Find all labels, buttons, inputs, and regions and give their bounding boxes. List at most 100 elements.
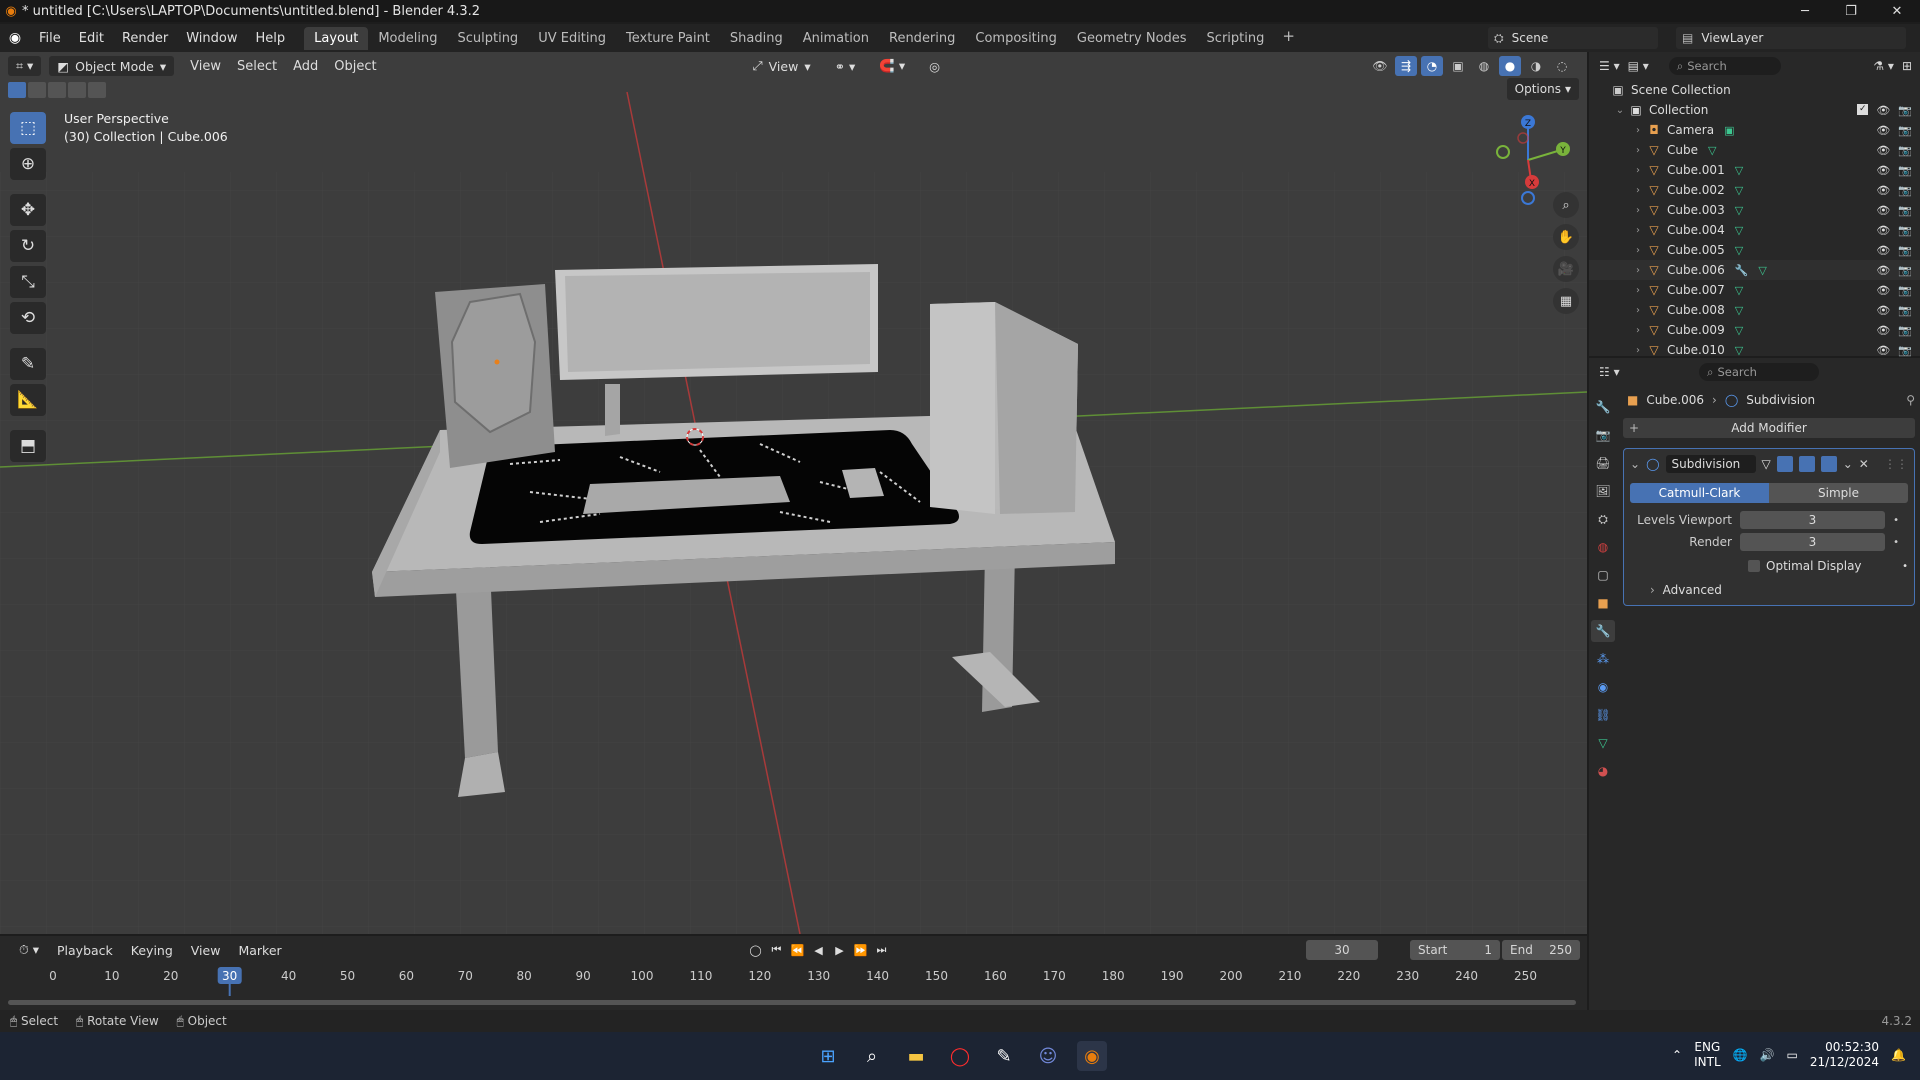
3d-viewport[interactable]: ⌗ ▾ ◩ Object Mode ▾ View Select Add Obje… [0,52,1587,934]
outliner-object-row[interactable]: › ▽ Cube.002 ▽ 👁 📷 [1589,180,1920,200]
modifier-tab-icon[interactable]: 🔧 [1591,620,1615,642]
camera-render-icon[interactable]: 📷 [1898,204,1912,217]
view-layer-tab-icon[interactable]: 🖼 [1591,480,1615,502]
add-cube-icon[interactable]: ⬒ [10,430,46,462]
collapse-arrow-icon[interactable]: ⌄ [1630,457,1640,471]
tab-shading[interactable]: Shading [720,27,793,50]
outliner-object-row[interactable]: › ▽ Cube.010 ▽ 👁 📷 [1589,340,1920,360]
camera-render-icon[interactable]: 📷 [1898,324,1912,337]
blender-taskbar-icon[interactable]: ◉ [1077,1041,1107,1071]
camera-render-icon[interactable]: 📷 [1898,144,1912,157]
render-tab-icon[interactable]: 📷 [1591,424,1615,446]
new-collection-icon[interactable]: ⊞ [1902,59,1912,73]
viewport-menu-view[interactable]: View [182,59,229,74]
eye-icon[interactable]: 👁 [1876,344,1890,357]
jump-start-icon[interactable]: ⏮ [767,940,786,960]
scene-tab-icon[interactable]: ⛭ [1591,508,1615,530]
outliner-object-row[interactable]: › ▽ Cube.001 ▽ 👁 📷 [1589,160,1920,180]
eye-icon[interactable]: 👁 [1876,164,1890,177]
gizmo-toggle-icon[interactable]: ⇶ [1395,56,1417,76]
output-tab-icon[interactable]: 🖨 [1591,452,1615,474]
tab-sculpting[interactable]: Sculpting [447,27,528,50]
eye-icon[interactable]: 👁 [1876,104,1890,117]
expand-arrow-icon[interactable]: › [1631,145,1645,156]
battery-icon[interactable]: ▭ [1787,1048,1798,1062]
collection-tab-icon[interactable]: ▢ [1591,564,1615,586]
collapse-arrow-icon[interactable]: ⌄ [1613,105,1627,116]
select-intersect-icon[interactable] [88,82,106,98]
viewport-menu-select[interactable]: Select [229,59,285,74]
options-button[interactable]: Options ▾ [1506,78,1579,100]
camera-render-icon[interactable]: 📷 [1898,344,1912,357]
keyframe-dot-icon[interactable]: • [1902,561,1908,572]
camera-render-icon[interactable]: 📷 [1898,124,1912,137]
menu-render[interactable]: Render [113,31,177,46]
camera-render-icon[interactable]: 📷 [1898,244,1912,257]
tab-geometry-nodes[interactable]: Geometry Nodes [1067,27,1197,50]
optimal-display-checkbox[interactable] [1748,560,1760,572]
camera-render-icon[interactable]: 📷 [1898,104,1912,117]
edit-mode-toggle-icon[interactable]: ▽ [1762,457,1771,471]
viewport-toggle-icon[interactable] [1798,456,1815,472]
display-mode-icon[interactable]: ▤ ▾ [1628,59,1649,73]
outliner-object-row[interactable]: › ▽ Cube.008 ▽ 👁 📷 [1589,300,1920,320]
timeline-scrollbar[interactable] [8,1000,1576,1005]
outliner-editor-type-icon[interactable]: ☰ ▾ [1599,59,1620,73]
current-frame-field[interactable]: 30 [1306,940,1378,960]
outliner-search-input[interactable]: ⌕ Search [1668,57,1781,75]
tab-modeling[interactable]: Modeling [368,27,447,50]
camera-render-icon[interactable]: 📷 [1898,284,1912,297]
eye-icon[interactable]: 👁 [1876,324,1890,337]
outliner-object-row[interactable]: › ▽ Cube.005 ▽ 👁 📷 [1589,240,1920,260]
search-icon[interactable]: ⌕ [857,1041,887,1071]
discord-icon[interactable]: ☺ [1033,1041,1063,1071]
object-mode-dropdown[interactable]: ◩ Object Mode ▾ [49,56,175,76]
clock[interactable]: 00:52:30 21/12/2024 [1810,1040,1879,1070]
pin-icon[interactable]: ⚲ [1906,393,1915,407]
keyframe-dot-icon[interactable]: • [1885,515,1899,526]
collection-row[interactable]: ⌄ ▣ Collection ✓ 👁 📷 [1589,100,1920,120]
add-modifier-button[interactable]: + Add Modifier [1623,418,1915,438]
play-reverse-icon[interactable]: ◀ [809,940,828,960]
levels-viewport-field[interactable]: 3 [1740,511,1885,529]
transform-orientation-dropdown[interactable]: ⤢ View ▾ [745,56,819,76]
snap-toggle[interactable]: 🧲 ▾ [871,56,913,76]
expand-arrow-icon[interactable]: › [1631,305,1645,316]
eye-icon[interactable]: 👁 [1876,144,1890,157]
eye-icon[interactable]: 👁 [1876,244,1890,257]
world-tab-icon[interactable]: ◍ [1591,536,1615,558]
select-difference-icon[interactable] [68,82,86,98]
xray-toggle-icon[interactable]: ▣ [1447,56,1469,76]
play-icon[interactable]: ▶ [830,940,849,960]
material-tab-icon[interactable]: ◕ [1591,760,1615,782]
tab-layout[interactable]: Layout [304,26,369,50]
expand-arrow-icon[interactable]: › [1631,205,1645,216]
auto-keying-icon[interactable]: ◯ [746,940,765,960]
filter-icon[interactable]: ⚗ ▾ [1873,59,1894,73]
proportional-edit-toggle[interactable]: ◎ [921,56,948,76]
view-layer-selector[interactable]: ▤ ViewLayer [1676,27,1906,49]
expand-arrow-icon[interactable]: › [1631,285,1645,296]
physics-tab-icon[interactable]: ◉ [1591,676,1615,698]
outliner-object-row[interactable]: › ▽ Cube.003 ▽ 👁 📷 [1589,200,1920,220]
particles-tab-icon[interactable]: ⁂ [1591,648,1615,670]
eye-icon[interactable]: 👁 [1876,204,1890,217]
next-keyframe-icon[interactable]: ⏩ [851,940,870,960]
scene-collection-row[interactable]: ▣ Scene Collection [1589,80,1920,100]
zoom-icon[interactable]: ⌕ [1553,192,1579,218]
camera-render-icon[interactable]: 📷 [1898,164,1912,177]
outliner-object-row[interactable]: › ▽ Cube ▽ 👁 📷 [1589,140,1920,160]
drag-handle-icon[interactable]: ⋮⋮ [1884,457,1908,471]
editor-type-button[interactable]: ⌗ ▾ [8,56,42,76]
menu-edit[interactable]: Edit [70,31,113,46]
expand-arrow-icon[interactable]: › [1631,165,1645,176]
simple-option[interactable]: Simple [1769,483,1908,503]
keyframe-dot-icon[interactable]: • [1885,537,1899,548]
prev-keyframe-icon[interactable]: ⏪ [788,940,807,960]
expand-arrow-icon[interactable]: › [1631,225,1645,236]
expand-arrow-icon[interactable]: › [1631,245,1645,256]
timeline-menu-marker[interactable]: Marker [229,943,290,958]
properties-search-input[interactable]: ⌕ Search [1699,363,1819,381]
select-new-icon[interactable] [8,82,26,98]
transform-icon[interactable]: ⟲ [10,302,46,334]
